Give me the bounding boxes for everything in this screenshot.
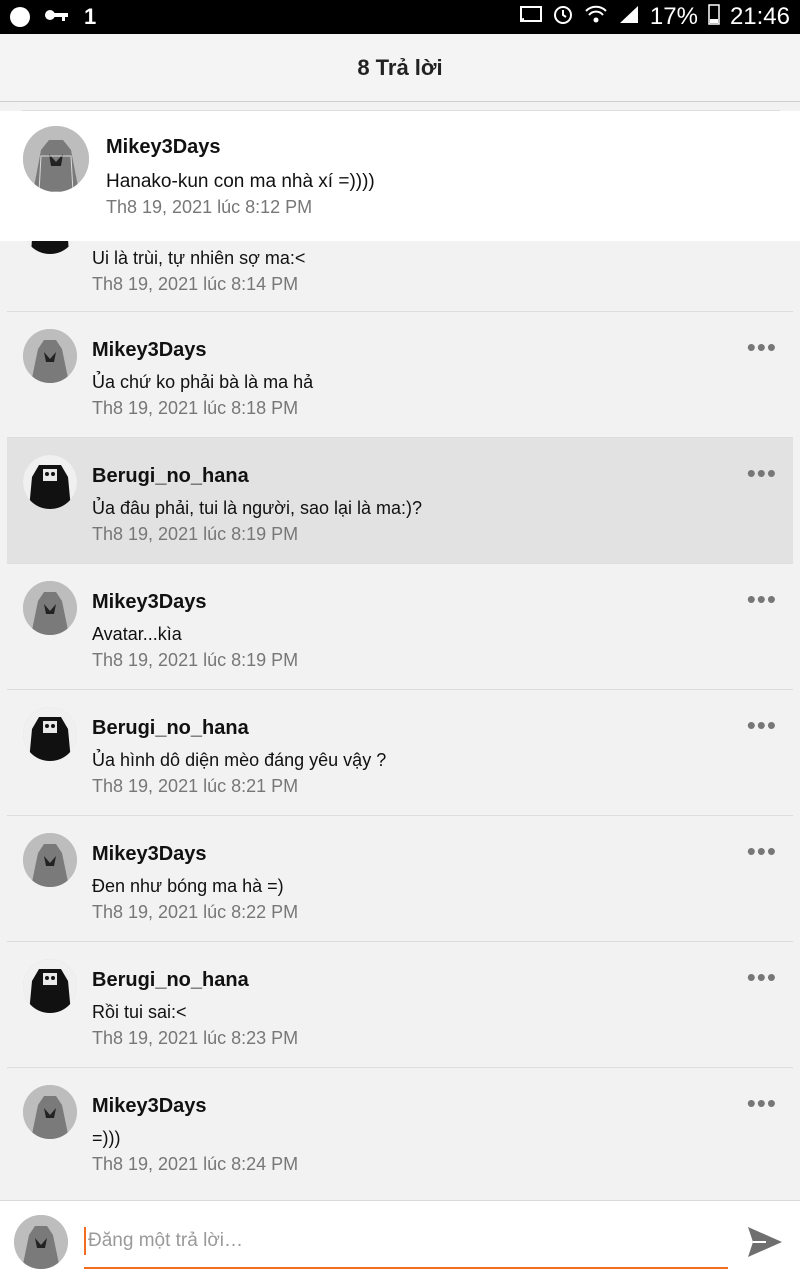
more-options-icon[interactable]: ••• — [747, 712, 777, 738]
download-count-icon: 1 — [84, 4, 97, 29]
comment-message: Hanako-kun con ma nhà xí =)))) — [106, 171, 375, 192]
reply-author[interactable]: Mikey3Days — [92, 339, 207, 362]
list-item: Mikey3Days Ủa chứ ko phải bà là ma hả Th… — [7, 312, 793, 438]
reply-message: Rồi tui sai:< — [92, 1002, 187, 1022]
avatar[interactable] — [23, 581, 77, 635]
reply-input[interactable] — [88, 1225, 708, 1257]
cat-avatar-icon — [23, 241, 77, 254]
avatar[interactable] — [23, 126, 89, 192]
reply-time: Th8 19, 2021 lúc 8:22 PM — [92, 902, 299, 922]
avatar[interactable] — [23, 329, 77, 383]
cast-icon — [519, 4, 542, 30]
more-options-icon[interactable]: ••• — [747, 334, 777, 360]
comment-author[interactable]: Mikey3Days — [106, 136, 221, 159]
text-cursor — [84, 1227, 86, 1255]
reply-message: Ủa hình dô diện mèo đáng yêu vậy ? — [92, 750, 387, 770]
list-item: Mikey3Days Đen như bóng ma hà =) Th8 19,… — [7, 816, 793, 942]
avatar[interactable] — [23, 455, 77, 509]
avatar[interactable] — [23, 959, 77, 1013]
key-icon — [44, 8, 70, 27]
avatar[interactable] — [23, 1085, 77, 1139]
reply-message: =))) — [92, 1128, 121, 1148]
reply-message: Ủa chứ ko phải bà là ma hả — [92, 372, 314, 392]
cat-avatar-icon — [23, 455, 77, 509]
list-item: Berugi_no_hana Ủa đâu phải, tui là người… — [7, 438, 793, 564]
status-bar: 1 17% 21:46 — [0, 0, 800, 34]
reply-author[interactable]: Berugi_no_hana — [92, 465, 249, 488]
parent-comment: Mikey3Days Hanako-kun con ma nhà xí =)))… — [0, 111, 800, 241]
battery-percent: 17% — [649, 3, 698, 30]
reply-message: Đen như bóng ma hà =) — [92, 876, 284, 896]
reply-composer — [0, 1200, 800, 1280]
cat-avatar-icon — [23, 959, 77, 1013]
ghost-avatar-icon — [14, 1215, 68, 1269]
reply-time: Th8 19, 2021 lúc 8:21 PM — [92, 776, 299, 796]
list-item: Mikey3Days =))) Th8 19, 2021 lúc 8:24 PM… — [7, 1068, 793, 1194]
battery-icon — [708, 3, 720, 31]
send-icon — [748, 1227, 782, 1257]
more-options-icon[interactable]: ••• — [747, 1090, 777, 1116]
reply-input-wrapper — [84, 1221, 728, 1269]
reply-time: Th8 19, 2021 lúc 8:23 PM — [92, 1028, 299, 1048]
reply-author[interactable]: Berugi_no_hana — [92, 969, 249, 992]
clock: 21:46 — [729, 3, 790, 30]
reply-time: Th8 19, 2021 lúc 8:19 PM — [92, 524, 299, 544]
wifi-icon — [584, 4, 608, 30]
reply-author[interactable]: Mikey3Days — [92, 591, 207, 614]
more-options-icon[interactable]: ••• — [747, 964, 777, 990]
reply-author[interactable]: Mikey3Days — [92, 843, 207, 866]
signal-icon — [618, 4, 640, 30]
reply-message: Ủa đâu phải, tui là người, sao lại là ma… — [92, 498, 423, 518]
list-item: Ui là trùi, tự nhiên sợ ma:< Th8 19, 202… — [7, 241, 793, 312]
avatar — [14, 1215, 68, 1269]
avatar[interactable] — [23, 707, 77, 761]
reply-time: Th8 19, 2021 lúc 8:19 PM — [92, 650, 299, 670]
notification-dot-icon — [10, 7, 30, 27]
ghost-avatar-icon — [23, 1085, 77, 1139]
alarm-icon — [552, 3, 574, 31]
page-title: 8 Trả lời — [357, 54, 443, 80]
ghost-avatar-icon — [23, 833, 77, 887]
reply-time: Th8 19, 2021 lúc 8:24 PM — [92, 1154, 299, 1174]
reply-message: Ui là trùi, tự nhiên sợ ma:< — [92, 248, 306, 268]
send-button[interactable] — [744, 1221, 786, 1263]
ghost-avatar-icon — [23, 581, 77, 635]
more-options-icon[interactable]: ••• — [747, 838, 777, 864]
list-item: Berugi_no_hana Ủa hình dô diện mèo đáng … — [7, 690, 793, 816]
page-header: 8 Trả lời — [0, 34, 800, 102]
cat-avatar-icon — [23, 707, 77, 761]
comment-time: Th8 19, 2021 lúc 8:12 PM — [106, 197, 313, 217]
list-item: Berugi_no_hana Rồi tui sai:< Th8 19, 202… — [7, 942, 793, 1068]
list-item: Mikey3Days Avatar...kìa Th8 19, 2021 lúc… — [7, 564, 793, 690]
reply-list[interactable]: Ui là trùi, tự nhiên sợ ma:< Th8 19, 202… — [7, 241, 793, 1197]
more-options-icon[interactable]: ••• — [747, 586, 777, 612]
reply-time: Th8 19, 2021 lúc 8:18 PM — [92, 398, 299, 418]
avatar[interactable] — [23, 833, 77, 887]
reply-author[interactable]: Mikey3Days — [92, 1095, 207, 1118]
ghost-avatar-icon — [23, 329, 77, 383]
reply-time: Th8 19, 2021 lúc 8:14 PM — [92, 274, 299, 294]
ghost-avatar-icon — [23, 126, 89, 192]
reply-author[interactable]: Berugi_no_hana — [92, 717, 249, 740]
more-options-icon[interactable]: ••• — [747, 460, 777, 486]
avatar[interactable] — [23, 241, 77, 254]
reply-message: Avatar...kìa — [92, 624, 182, 644]
